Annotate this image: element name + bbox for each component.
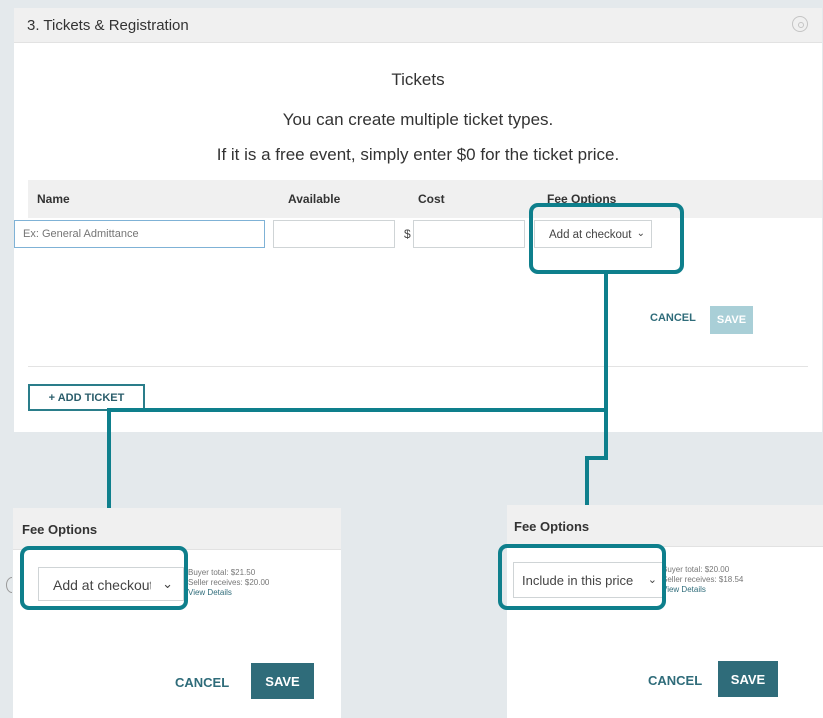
- add-ticket-button[interactable]: + ADD TICKET: [28, 384, 145, 411]
- save-button[interactable]: SAVE: [718, 661, 778, 697]
- connector-line: [604, 274, 608, 412]
- view-details-link[interactable]: View Details: [188, 588, 232, 598]
- save-button[interactable]: SAVE: [251, 663, 314, 699]
- column-header-name: Name: [37, 192, 70, 206]
- panel-header: Fee Options: [13, 508, 341, 550]
- section-title: 3. Tickets & Registration: [27, 17, 189, 34]
- column-header-cost: Cost: [418, 192, 445, 206]
- fee-options-highlight: [529, 203, 684, 274]
- radio-icon[interactable]: [792, 16, 808, 32]
- cancel-button[interactable]: CANCEL: [175, 675, 229, 690]
- connector-line: [604, 408, 608, 460]
- ticket-cost-input[interactable]: [413, 220, 525, 248]
- fee-options-highlight: [20, 546, 188, 610]
- view-details-link[interactable]: View Details: [662, 585, 706, 595]
- buyer-total: Buyer total: $20.00: [662, 565, 730, 574]
- ticket-available-input[interactable]: [273, 220, 395, 248]
- fee-options-highlight: [498, 544, 666, 610]
- seller-receives: Seller receives: $20.00: [188, 578, 270, 587]
- info-text-multiple: You can create multiple ticket types.: [282, 110, 554, 129]
- ticket-name-input[interactable]: [14, 220, 265, 248]
- cancel-button[interactable]: CANCEL: [648, 673, 702, 688]
- save-button[interactable]: SAVE: [710, 306, 753, 334]
- panel-title: Fee Options: [22, 522, 98, 537]
- buyer-total: Buyer total: $21.50: [188, 568, 256, 577]
- panel-title: Fee Options: [514, 519, 590, 534]
- ticket-table-header: Name Available Cost Fee Options: [28, 180, 822, 218]
- currency-symbol: $: [404, 227, 411, 241]
- divider: [28, 366, 808, 367]
- section-header[interactable]: 3. Tickets & Registration: [14, 8, 822, 43]
- connector-line: [107, 408, 111, 522]
- panel-header: Fee Options: [507, 505, 823, 547]
- connector-line: [107, 408, 608, 412]
- seller-receives: Seller receives: $18.54: [662, 575, 744, 584]
- tickets-heading: Tickets: [391, 70, 445, 89]
- info-text-free: If it is a free event, simply enter $0 f…: [216, 145, 620, 164]
- cancel-button[interactable]: CANCEL: [650, 312, 696, 324]
- column-header-available: Available: [288, 192, 341, 206]
